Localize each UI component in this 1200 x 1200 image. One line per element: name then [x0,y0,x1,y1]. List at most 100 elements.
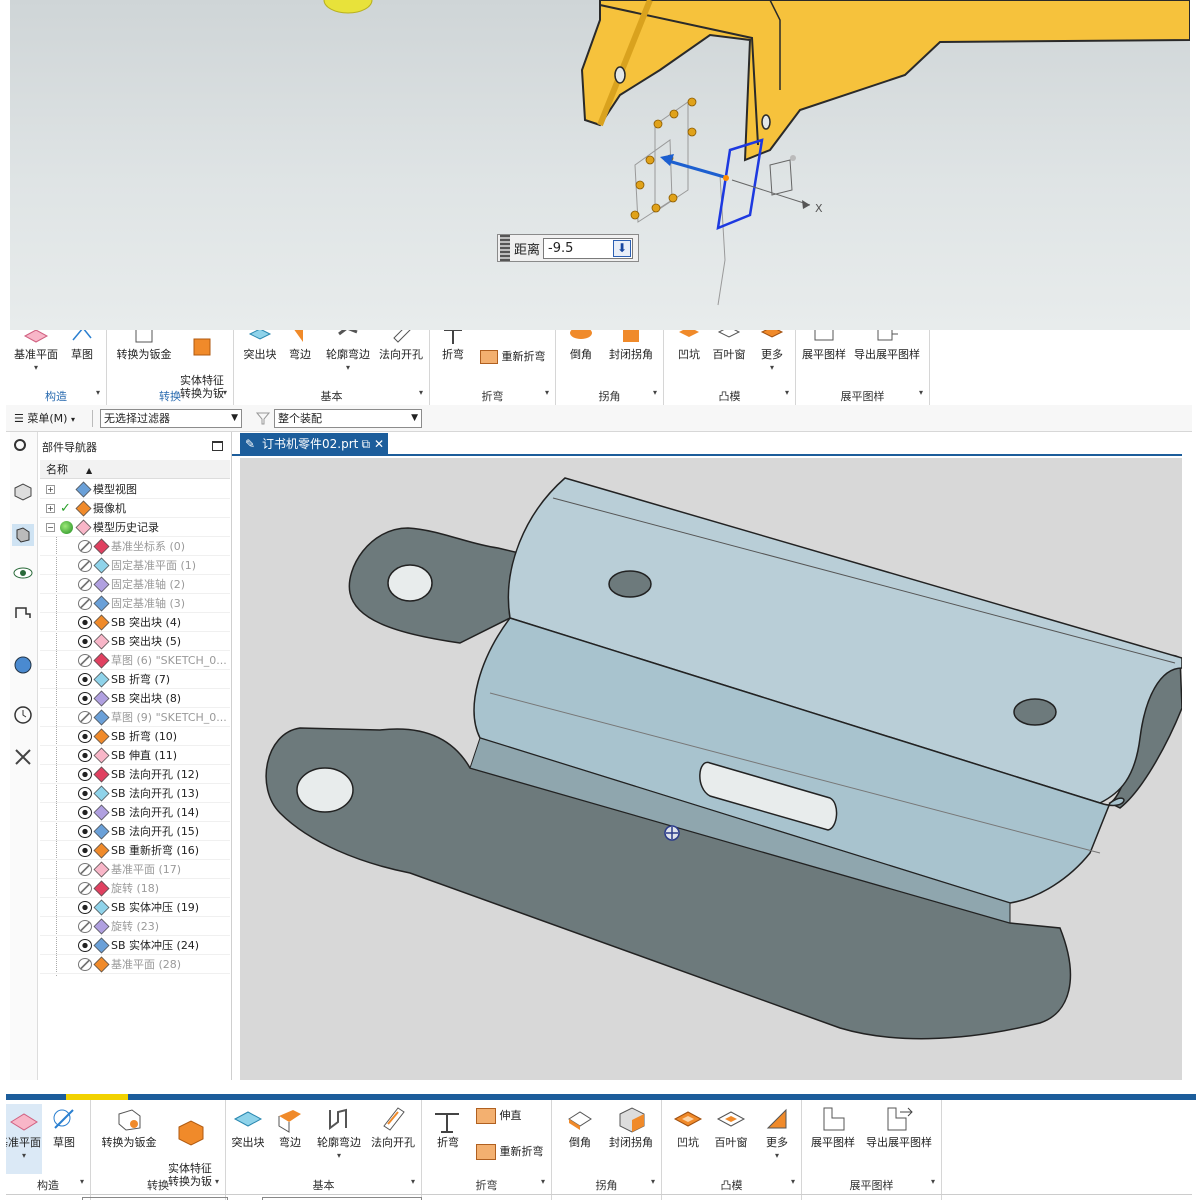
hidden-eye-icon[interactable] [78,958,92,971]
tab-file[interactable]: ✎ 订书机零件02.prt ⧉ ✕ [240,433,388,456]
hidden-eye-icon[interactable] [78,654,92,667]
settings-gear-icon[interactable] [12,436,34,458]
bend-button[interactable]: 折弯 [430,1104,466,1149]
visible-eye-icon[interactable] [78,692,92,705]
dimple-button[interactable]: 凹坑 [672,330,706,361]
tree-item[interactable]: 固定基准平面 (1) [40,556,230,575]
tree-item[interactable]: SB 突出块 (4) [40,613,230,632]
tree-item[interactable]: SB 法向开孔 (13) [40,784,230,803]
tree-item[interactable]: 草图 (6) "SKETCH_0... [40,651,230,670]
hidden-eye-icon[interactable] [78,597,92,610]
expand-icon[interactable]: + [46,504,55,513]
dimple-button[interactable]: 凹坑 [670,1104,706,1149]
flange-button[interactable]: 弯边 [272,1104,308,1149]
solid-to-sheet-button[interactable]: 实体特征 转换为钣 [163,1104,217,1188]
menu-button[interactable]: ☰ 菜单(M) ▾ [14,410,75,426]
collapse-icon[interactable]: − [46,523,55,532]
more-button[interactable]: 更多 ▾ [754,330,790,374]
visible-eye-icon[interactable] [78,749,92,762]
hidden-eye-icon[interactable] [78,711,92,724]
visible-eye-icon[interactable] [78,787,92,800]
tab-button[interactable]: 突出块 [228,1104,268,1149]
normal-cutout-button[interactable]: 法向开孔 [376,330,426,361]
tree-item[interactable]: 旋转 (23) [40,917,230,936]
assembly-scope-combo[interactable]: 整个装配 ▼ [274,409,422,428]
tree-item[interactable]: SB 法向开孔 (12) [40,765,230,784]
chamfer-button[interactable]: 倒角 [562,1104,598,1149]
rebend-button[interactable]: 重新折弯 [476,1144,550,1160]
tree-item[interactable]: SB 伸直 (11) [40,746,230,765]
visible-eye-icon[interactable] [78,825,92,838]
visible-eye-icon[interactable] [78,730,92,743]
flat-pattern-button[interactable]: 展平图样 [810,1104,856,1149]
visible-eye-icon[interactable] [78,768,92,781]
tree-item[interactable]: + ✓ 摄像机 [40,499,230,518]
visible-eye-icon[interactable] [78,635,92,648]
sketch-button[interactable]: 草图 [46,1104,82,1149]
tab-button[interactable]: 突出块 [240,330,280,361]
visible-eye-icon[interactable] [78,901,92,914]
expand-icon[interactable]: + [46,485,55,494]
part-navigator-icon[interactable] [12,524,34,546]
export-flat-pattern-button[interactable]: 导出展平图样 [852,330,922,361]
tab-menu-icon[interactable]: ⧉ [362,437,371,451]
tree-item[interactable]: SB 实体冲压 (19) [40,898,230,917]
visible-eye-icon[interactable] [78,844,92,857]
flat-pattern-button[interactable]: 展平图样 [800,330,848,361]
tree-item[interactable]: 基准坐标系 (0) [40,537,230,556]
datum-plane-button[interactable]: 基准平面▾ [6,1104,42,1174]
tree-item[interactable]: − 模型历史记录 [40,518,230,537]
unbend-button[interactable]: 伸直 [476,1108,548,1124]
visible-eye-icon[interactable] [78,939,92,952]
top-viewport[interactable]: X 距离 -9.5 ⬇ [10,0,1190,330]
bend-button[interactable]: 折弯 [436,330,470,361]
selection-filter-combo[interactable]: 无选择过滤器 ▼ [100,409,242,428]
hidden-eye-icon[interactable] [78,882,92,895]
tree-item[interactable]: SB 法向开孔 (15) [40,822,230,841]
tree-item[interactable]: 基准平面 (17) [40,860,230,879]
tree-item[interactable]: SB 实体冲压 (24) [40,936,230,955]
tree-item[interactable]: SB 重新折弯 (16) [40,841,230,860]
hidden-eye-icon[interactable] [78,540,92,553]
sketch-button[interactable]: 草图 [62,330,102,361]
hidden-eye-icon[interactable] [78,863,92,876]
tree-item[interactable]: 固定基准轴 (3) [40,594,230,613]
closed-corner-button[interactable]: 封闭拐角 [604,330,658,361]
tree-item[interactable]: SB 折弯 (7) [40,670,230,689]
flange-button[interactable]: 弯边 [282,330,318,361]
convert-to-sheetmetal-button[interactable]: 转换为钣金 [99,1104,159,1149]
tree-item[interactable]: SB 突出块 (5) [40,632,230,651]
main-graphics-window[interactable] [240,458,1182,1080]
tree-item[interactable]: + 模型视图 [40,480,230,499]
hidden-eye-icon[interactable] [78,559,92,572]
visible-eye-icon[interactable] [78,673,92,686]
filter-funnel-icon[interactable] [256,411,270,425]
system-materials-icon[interactable] [12,746,34,768]
more-button[interactable]: 更多 ▾ [758,1104,796,1162]
history-clock-icon[interactable] [12,704,34,726]
reuse-library-eye-icon[interactable] [12,562,34,584]
distance-field[interactable]: -9.5 ⬇ [543,237,634,259]
tree-item[interactable]: 基准平面 (28) [40,955,230,974]
visible-eye-icon[interactable] [78,616,92,629]
convert-to-sheetmetal-button[interactable]: 转换为钣金 [115,330,173,361]
export-flat-pattern-button[interactable]: 导出展平图样 [862,1104,936,1149]
visible-eye-icon[interactable] [78,806,92,819]
tree-item[interactable]: SB 突出块 (8) [40,689,230,708]
contour-flange-button[interactable]: 轮廓弯边 ▾ [312,1104,366,1162]
web-browser-globe-icon[interactable] [12,654,34,676]
tree-item[interactable]: SB 折弯 (10) [40,727,230,746]
louver-button[interactable]: 百叶窗 [708,330,750,361]
tree-item[interactable]: 旋转 (18) [40,879,230,898]
datum-plane-button[interactable]: 基准平面▾ [10,330,62,374]
assembly-navigator-icon[interactable] [12,480,34,502]
column-header-name[interactable]: 名称 ▲ [40,460,230,479]
tree-item[interactable]: SB 法向开孔 (14) [40,803,230,822]
closed-corner-button[interactable]: 封闭拐角 [604,1104,658,1149]
contour-flange-button[interactable]: 轮廓弯边 ▾ [322,330,374,374]
chamfer-button[interactable]: 倒角 [564,330,598,361]
hidden-eye-icon[interactable] [78,920,92,933]
normal-cutout-button[interactable]: 法向开孔 [368,1104,418,1149]
tree-item[interactable]: 草图 (9) "SKETCH_0... [40,708,230,727]
tree-item[interactable]: 固定基准轴 (2) [40,575,230,594]
